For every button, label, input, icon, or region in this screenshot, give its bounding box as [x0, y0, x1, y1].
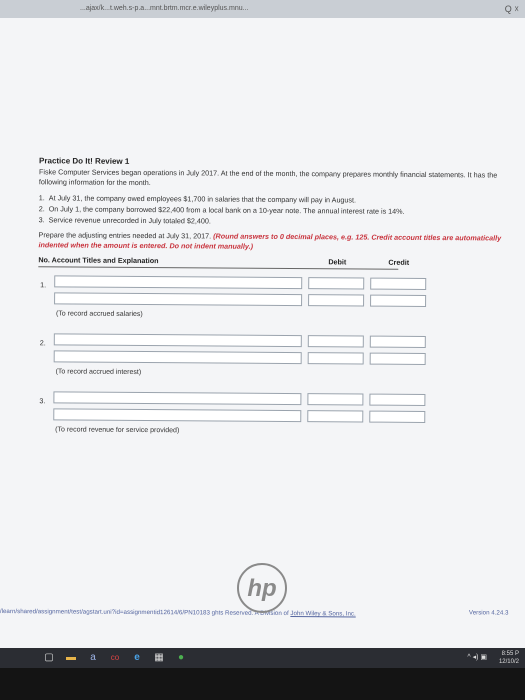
footer-left: /learn/shared/assignment/test/agstart.un… — [0, 608, 356, 617]
debit-input[interactable] — [308, 294, 365, 307]
debit-input[interactable] — [307, 410, 364, 423]
account-title-input[interactable] — [54, 275, 303, 290]
item-number: 2. — [38, 204, 45, 214]
item-number: 3. — [38, 215, 45, 225]
account-title-input[interactable] — [53, 391, 302, 406]
credit-input[interactable] — [369, 410, 426, 423]
footer-company-link[interactable]: John Wiley & Sons, Inc. — [290, 610, 355, 617]
instruction-plain: Prepare the adjusting entries needed at … — [38, 230, 212, 241]
account-title-input[interactable] — [53, 408, 302, 423]
task-view-icon[interactable]: ▢ — [42, 651, 56, 665]
entry-note: (To record revenue for service provided) — [55, 426, 180, 435]
credit-column-header: Credit — [388, 257, 410, 267]
problem-title: Practice Do It! Review 1 — [39, 156, 130, 166]
clock-time: 8:55 P — [501, 651, 519, 657]
system-tray-icons[interactable]: ^ ◂) ▣ — [467, 653, 487, 661]
top-icons[interactable]: Q ☓ — [505, 0, 519, 18]
item-text: Service revenue unrecorded in July total… — [48, 215, 211, 226]
clock-date: 12/10/2 — [498, 659, 519, 665]
version-label: Version 4.24.3 — [468, 609, 509, 617]
item-number: 1. — [38, 193, 45, 203]
credit-input[interactable] — [369, 352, 426, 365]
account-title-input[interactable] — [53, 350, 302, 365]
credit-input[interactable] — [370, 277, 427, 290]
account-title-input[interactable] — [54, 292, 303, 307]
credit-input[interactable] — [369, 335, 426, 348]
windows-taskbar: ▢ ▬ a co e ▦ ● ^ ◂) ▣ 8:55 P 12/10/2 — [0, 648, 525, 668]
footer-path: /learn/shared/assignment/test/agstart.un… — [0, 608, 210, 617]
edge-browser-icon[interactable]: e — [130, 651, 144, 665]
journal-table-header: No. Account Titles and Explanation Debit… — [38, 255, 409, 270]
chrome-browser-icon[interactable]: ● — [174, 651, 188, 665]
hp-logo-icon: hp — [237, 563, 287, 613]
url-fragment: ...ajax/k...t.weh.s-p.a...mnt.brtm.mcr.e… — [80, 5, 249, 12]
hp-logo-text: hp — [247, 575, 276, 602]
clock[interactable]: 8:55 P 12/10/2 — [499, 650, 519, 666]
hp-logo: hp — [236, 562, 288, 614]
entry-note: (To record accrued interest) — [55, 368, 142, 376]
laptop-bezel — [0, 668, 525, 700]
assignment-page: Practice Do It! Review 1 Fiske Computer … — [0, 18, 525, 648]
entry-number: 1. — [40, 280, 47, 290]
calculator-icon[interactable]: ▦ — [152, 651, 166, 665]
problem-items: 1. At July 31, the company owed employee… — [39, 192, 509, 228]
debit-input[interactable] — [308, 277, 365, 290]
problem-item: 3. Service revenue unrecorded in July to… — [39, 214, 509, 228]
account-title-input[interactable] — [53, 333, 302, 348]
credit-input[interactable] — [370, 294, 427, 307]
debit-input[interactable] — [307, 335, 364, 348]
debit-column-header: Debit — [328, 257, 347, 267]
account-column-header: No. Account Titles and Explanation — [38, 255, 159, 266]
problem-intro: Fiske Computer Services began operations… — [38, 167, 498, 188]
debit-input[interactable] — [307, 393, 364, 406]
instructions: Prepare the adjusting entries needed at … — [38, 230, 508, 253]
file-explorer-icon[interactable]: ▬ — [64, 651, 78, 665]
browser-top-strip: ...ajax/k...t.weh.s-p.a...mnt.brtm.mcr.e… — [0, 0, 525, 18]
entry-number: 2. — [39, 338, 46, 348]
debit-input[interactable] — [307, 352, 364, 365]
office-icon[interactable]: co — [108, 651, 122, 665]
assignment-content: Practice Do It! Review 1 Fiske Computer … — [0, 26, 525, 630]
store-icon[interactable]: a — [86, 651, 100, 665]
entry-note: (To record accrued salaries) — [55, 310, 143, 319]
entry-number: 3. — [39, 396, 46, 406]
credit-input[interactable] — [369, 393, 426, 406]
